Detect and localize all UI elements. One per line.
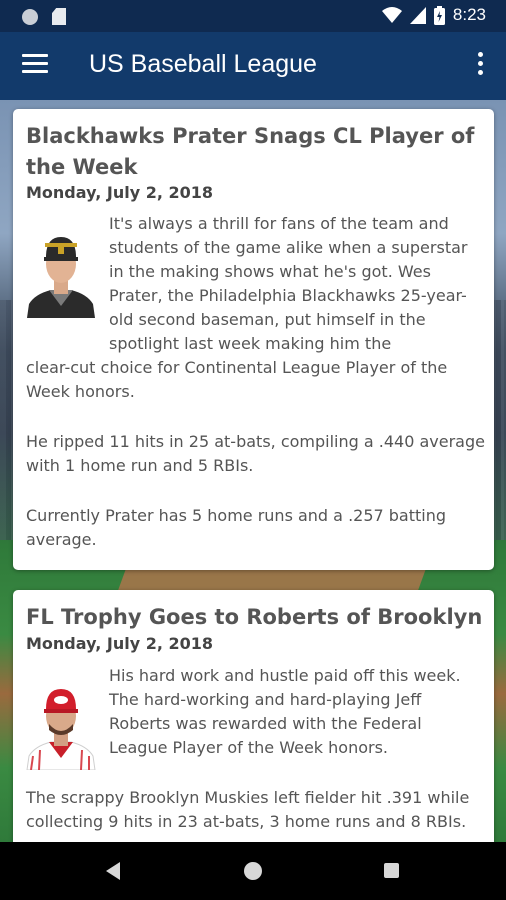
article-title[interactable]: Blackhawks Prater Snags CL Player of the…: [26, 121, 486, 183]
system-nav-bar: [0, 842, 506, 900]
article-date: Monday, July 2, 2018: [26, 183, 214, 202]
status-bar: 8:23: [0, 0, 506, 32]
article-paragraph: His hard work and hustle paid off this w…: [109, 666, 461, 757]
status-right-icons: 8:23: [381, 5, 486, 25]
more-vert-icon[interactable]: [474, 52, 486, 78]
status-left-icons: [22, 8, 66, 25]
article-paragraph: clear-cut choice for Continental League …: [26, 358, 448, 401]
home-icon[interactable]: [244, 862, 262, 880]
sd-card-icon: [52, 8, 66, 25]
article-paragraph: He ripped 11 hits in 25 at-bats, compili…: [26, 432, 485, 475]
back-icon[interactable]: [106, 862, 120, 880]
article-paragraph: Currently Prater has 5 home runs and a .…: [26, 506, 447, 549]
battery-icon: [433, 5, 445, 25]
app-title: US Baseball League: [89, 50, 317, 78]
article-date: Monday, July 2, 2018: [26, 634, 214, 653]
app-bar: US Baseball League: [0, 32, 506, 100]
status-time: 8:23: [452, 5, 486, 24]
article-title[interactable]: FL Trophy Goes to Roberts of Brooklyn: [26, 602, 486, 633]
player-photo-prater: [25, 224, 97, 318]
signal-icon: [409, 6, 426, 24]
notification-dot-icon: [22, 8, 38, 25]
menu-icon[interactable]: [22, 54, 48, 76]
article-card[interactable]: Blackhawks Prater Snags CL Player of the…: [13, 109, 494, 570]
recents-icon[interactable]: [384, 863, 399, 878]
article-paragraph: The scrappy Brooklyn Muskies left fielde…: [26, 788, 470, 831]
article-card[interactable]: FL Trophy Goes to Roberts of Brooklyn Mo…: [13, 590, 494, 850]
player-photo-roberts: [25, 676, 97, 770]
article-paragraph: It's always a thrill for fans of the tea…: [109, 214, 468, 353]
wifi-icon: [381, 7, 402, 23]
